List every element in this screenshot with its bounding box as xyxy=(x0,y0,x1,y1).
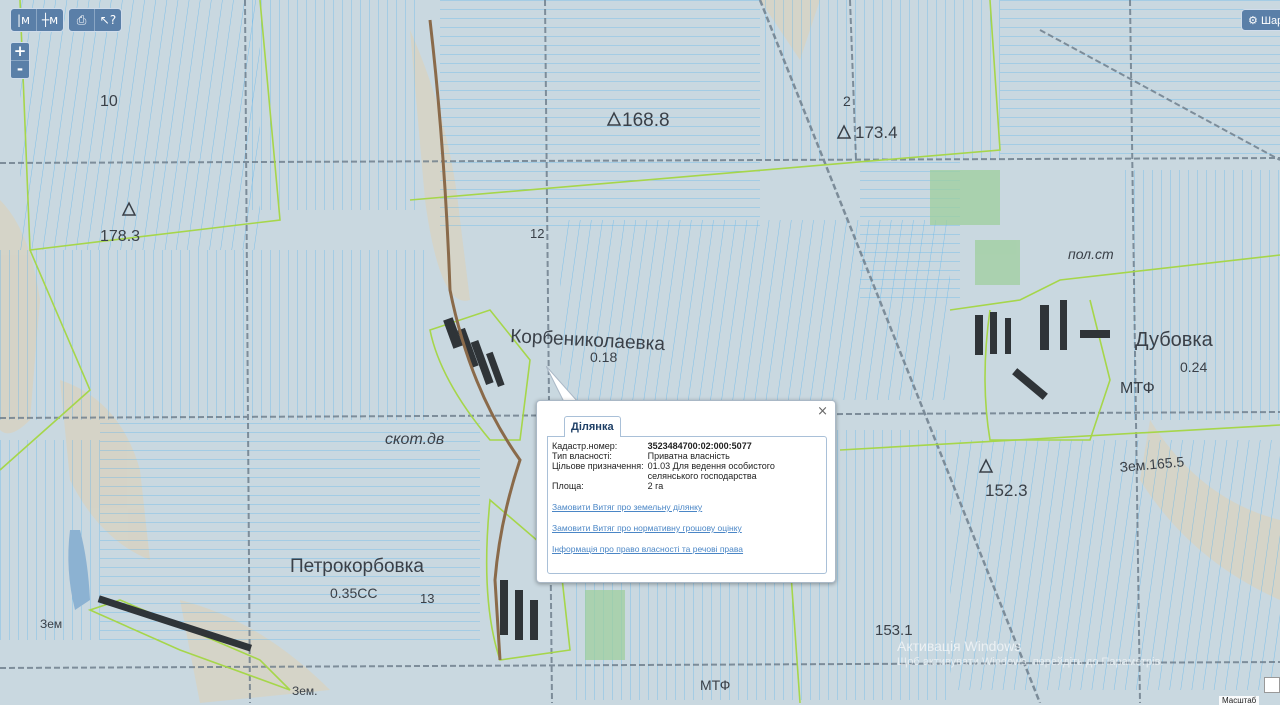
number-label-2: 2 xyxy=(843,93,851,109)
parcel-info-table: Кадастр.номер: 3523484700:02:000:5077 Ти… xyxy=(552,441,822,491)
ownership-type-key: Тип власності: xyxy=(552,451,612,461)
number-label-10: 10 xyxy=(100,93,118,110)
number-label-12: 12 xyxy=(530,226,544,241)
windows-activation-watermark: Активація Windows xyxy=(897,638,1022,654)
cadastral-number-value: 3523484700:02:000:5077 xyxy=(647,441,752,451)
order-valuation-extract-link[interactable]: Замовити Витяг про нормативну грошову оц… xyxy=(552,523,822,533)
height-label-5: 153.1 xyxy=(875,622,913,639)
ownership-type-value: Приватна власність xyxy=(647,451,730,461)
order-parcel-extract-link[interactable]: Замовити Витяг про земельну ділянку xyxy=(552,502,822,512)
area-key: Площа: xyxy=(552,481,584,491)
zoom-in-button[interactable]: + xyxy=(11,43,29,60)
close-icon[interactable]: × xyxy=(817,404,828,419)
table-row: Цільове призначення: 01.03 Для ведення о… xyxy=(552,461,822,481)
area-label-2: 0.24 xyxy=(1180,359,1207,375)
height-label-3: 178.3 xyxy=(100,228,140,245)
pol-st-label: пол.ст xyxy=(1068,246,1114,262)
scale-label: Масштаб xyxy=(1219,696,1260,705)
identify-icon[interactable]: ↖? xyxy=(95,9,121,31)
cadastral-number-key: Кадастр.номер: xyxy=(552,441,618,451)
village-label-petrokorbovka: Петрокорбовка xyxy=(290,556,424,577)
table-row: Тип власності: Приватна власність xyxy=(552,451,822,461)
parcel-popup: × Ділянка Кадастр.номер: 3523484700:02:0… xyxy=(536,400,836,583)
ownership-info-link[interactable]: Інформація про право власності та речові… xyxy=(552,544,822,554)
cadastral-map[interactable]: Корбениколаевка 0.18 Дубовка 0.24 МТФ Пе… xyxy=(0,0,1280,703)
tab-parcel[interactable]: Ділянка xyxy=(564,416,621,437)
utility-tools-group: ⎙ ↖? xyxy=(68,8,122,32)
parcel-info-panel: Кадастр.номер: 3523484700:02:000:5077 Ти… xyxy=(547,436,827,574)
windows-activation-hint: Щоб активувати Windows, перейдіть до Пар… xyxy=(897,656,1164,668)
print-icon[interactable]: ⎙ xyxy=(69,9,95,31)
area-label-1: 0.18 xyxy=(590,349,617,365)
farm-label-1: МТФ xyxy=(1120,380,1155,397)
mtf-label-2: МТФ xyxy=(700,677,730,693)
zem-label-3: Зем xyxy=(40,617,62,631)
overview-map-toggle[interactable] xyxy=(1264,677,1280,693)
layers-button[interactable]: ⚙ Шар xyxy=(1241,9,1280,31)
skot-label: скот.дв xyxy=(385,431,444,448)
layers-button-label: Шар xyxy=(1260,15,1280,27)
height-label-4: 152.3 xyxy=(985,481,1028,500)
map-toolbar: |м ┼м ⎙ ↖? xyxy=(10,8,122,32)
height-label-1: 168.8 xyxy=(622,110,670,131)
village-label-dubovka: Дубовка xyxy=(1135,329,1214,351)
zoom-control: + - xyxy=(10,42,30,79)
table-row: Кадастр.номер: 3523484700:02:000:5077 xyxy=(552,441,822,451)
measure-tools-group: |м ┼м xyxy=(10,8,64,32)
height-label-2: 173.4 xyxy=(855,123,898,142)
table-row: Площа: 2 га xyxy=(552,481,822,491)
number-label-13: 13 xyxy=(420,591,434,606)
purpose-key: Цільове призначення: xyxy=(552,461,644,471)
zem-label-2: Зем. xyxy=(292,684,318,698)
measure-distance-icon[interactable]: |м xyxy=(11,9,37,31)
gear-icon: ⚙ xyxy=(1248,15,1258,27)
measure-area-icon[interactable]: ┼м xyxy=(37,9,63,31)
zoom-out-button[interactable]: - xyxy=(11,60,29,78)
area-label-3: 0.35СС xyxy=(330,585,377,601)
area-value: 2 га xyxy=(647,481,664,491)
purpose-value: 01.03 Для ведення особистого селянського… xyxy=(647,461,775,481)
